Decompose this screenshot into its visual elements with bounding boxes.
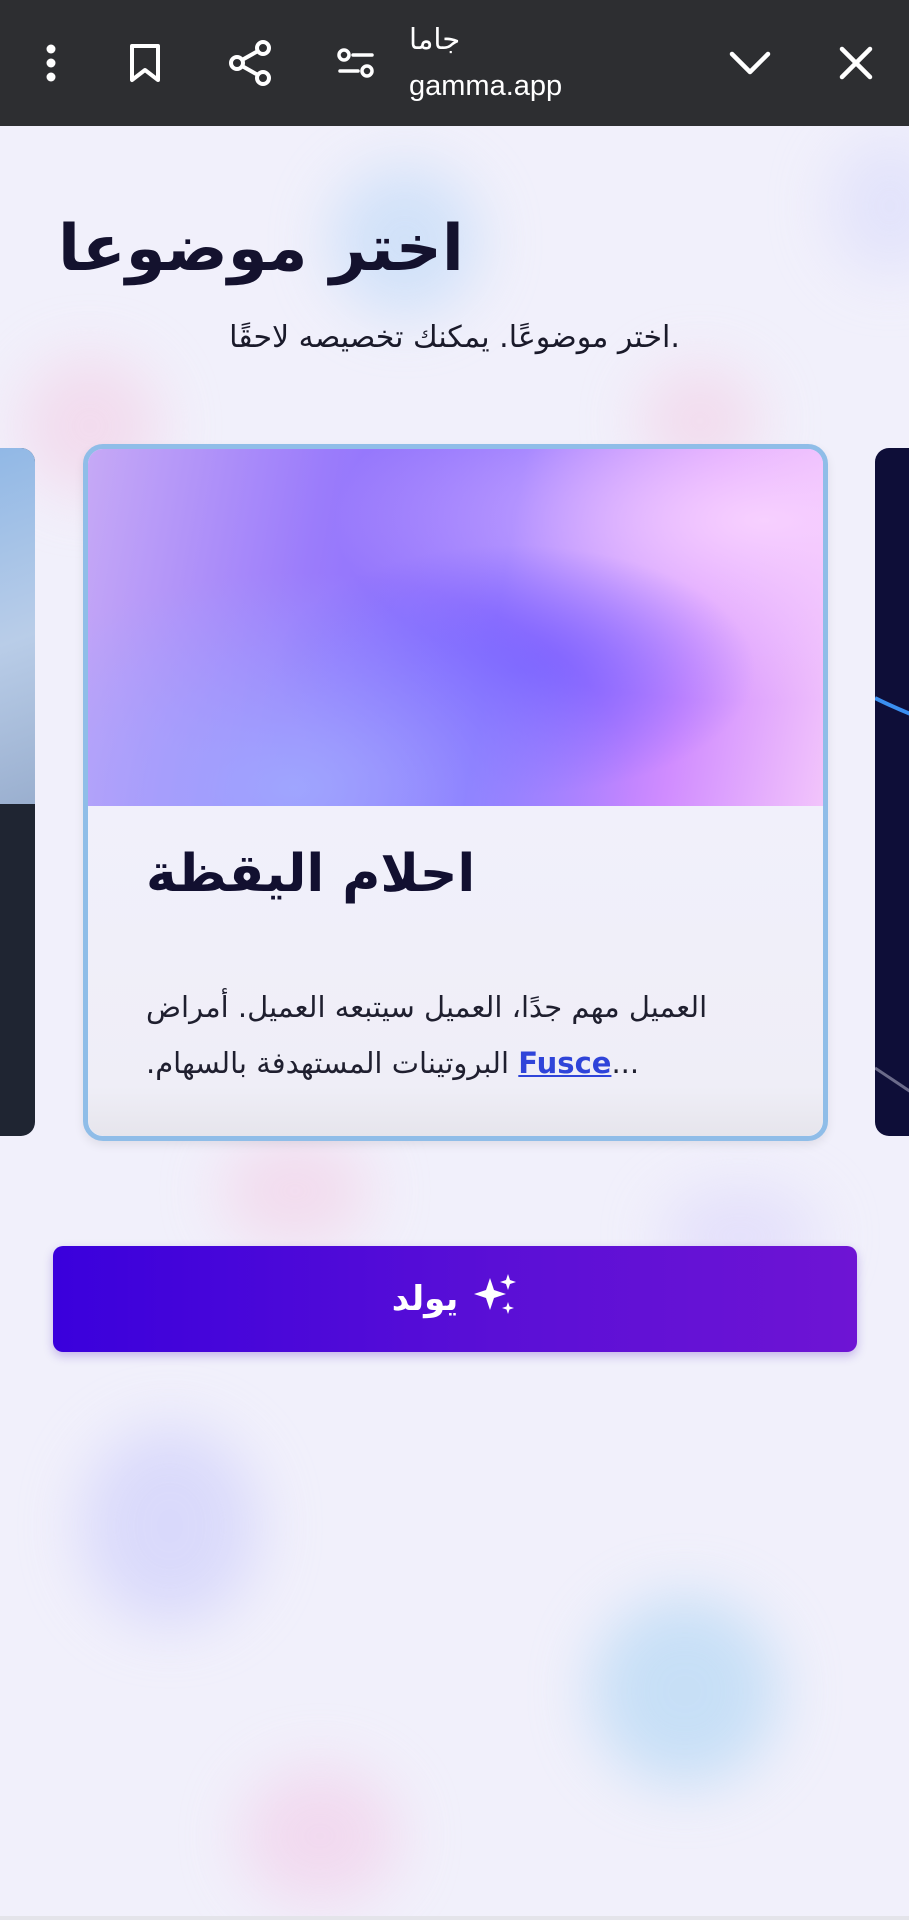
page-site-title: جاما bbox=[409, 22, 461, 56]
theme-description-line: البروتينات المستهدفة بالسهام. Fusce... bbox=[146, 1035, 766, 1091]
generate-button-label: يولد bbox=[391, 1279, 459, 1319]
sparkles-icon bbox=[472, 1272, 518, 1327]
theme-description-link[interactable]: Fusce bbox=[518, 1046, 611, 1080]
theme-preview-image bbox=[88, 449, 823, 806]
bookmark-icon[interactable] bbox=[115, 33, 175, 93]
chevron-down-icon[interactable] bbox=[720, 33, 780, 93]
browser-toolbar: جاما gamma.app bbox=[0, 0, 909, 126]
theme-preview-image bbox=[0, 448, 35, 804]
theme-card-selected[interactable]: احلام اليقظة العميل مهم جدًا، العميل سيت… bbox=[83, 444, 828, 1141]
theme-card-previous[interactable] bbox=[0, 448, 35, 1136]
theme-description-text: البروتينات المستهدفة بالسهام. bbox=[146, 1046, 510, 1080]
theme-description-line: العميل مهم جدًا، العميل سيتبعه العميل. أ… bbox=[146, 979, 766, 1035]
more-vertical-icon[interactable] bbox=[21, 33, 81, 93]
share-icon[interactable] bbox=[220, 33, 280, 93]
page-url[interactable]: gamma.app bbox=[409, 70, 562, 103]
page-title: اختر موضوعا bbox=[58, 212, 464, 286]
theme-preview-image bbox=[875, 696, 909, 1093]
close-icon[interactable] bbox=[826, 33, 886, 93]
generate-button[interactable]: يولد bbox=[53, 1246, 857, 1352]
theme-name: احلام اليقظة bbox=[146, 844, 476, 904]
page-subtitle: اختر موضوعًا. يمكنك تخصيصه لاحقًا. bbox=[229, 320, 680, 355]
theme-description-text: العميل مهم جدًا، العميل سيتبعه العميل. أ… bbox=[146, 990, 708, 1024]
theme-description-ellipsis: ... bbox=[611, 1046, 640, 1080]
tune-icon[interactable] bbox=[326, 33, 386, 93]
background-blob bbox=[220, 1136, 370, 1246]
theme-description: العميل مهم جدًا، العميل سيتبعه العميل. أ… bbox=[146, 979, 766, 1091]
theme-picker-page: اختر موضوعا اختر موضوعًا. يمكنك تخصيصه ل… bbox=[0, 126, 909, 1920]
background-blob bbox=[590, 1596, 780, 1786]
divider bbox=[0, 1916, 909, 1920]
background-blob bbox=[240, 1766, 400, 1906]
background-blob bbox=[80, 1426, 260, 1626]
theme-card-next[interactable] bbox=[875, 448, 909, 1136]
